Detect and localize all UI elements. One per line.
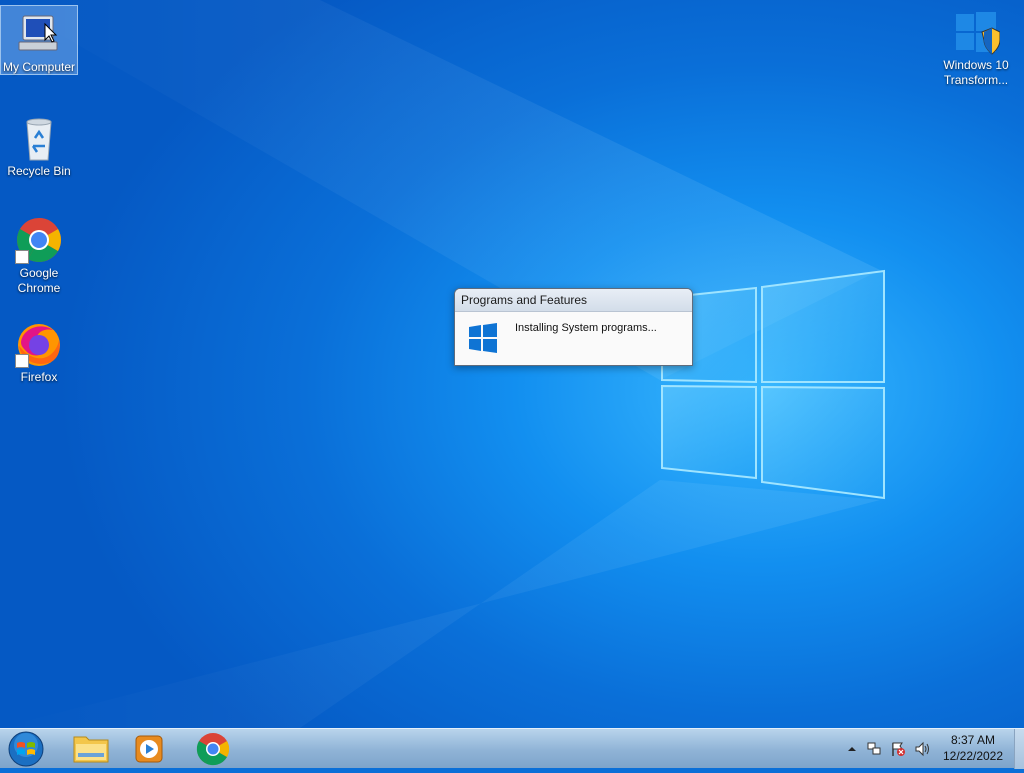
taskbar-media-player[interactable] bbox=[122, 731, 176, 767]
desktop-icon-label: Transform... bbox=[943, 73, 1009, 87]
desktop-wallpaper[interactable]: My Computer Recycle Bin Google Chrome Fi… bbox=[0, 0, 1024, 728]
taskbar: 8:37 AM 12/22/2022 bbox=[0, 728, 1024, 769]
desktop-icon-firefox[interactable]: Firefox bbox=[1, 316, 77, 385]
taskbar-file-explorer[interactable] bbox=[64, 731, 118, 767]
start-button[interactable] bbox=[6, 730, 46, 768]
clock-time: 8:37 AM bbox=[950, 733, 996, 747]
firefox-icon bbox=[15, 320, 63, 368]
action-center-flag-icon[interactable] bbox=[890, 741, 906, 757]
dialog-title[interactable]: Programs and Features bbox=[455, 289, 692, 312]
taskbar-chrome[interactable] bbox=[186, 731, 240, 767]
file-explorer-icon bbox=[73, 736, 109, 763]
desktop-icon-label: Firefox bbox=[20, 370, 58, 384]
chrome-icon bbox=[15, 216, 63, 264]
chrome-icon bbox=[196, 733, 230, 766]
computer-icon bbox=[15, 10, 63, 58]
taskbar-clock[interactable]: 8:37 AM 12/22/2022 bbox=[934, 732, 1012, 764]
show-desktop-button[interactable] bbox=[1014, 729, 1024, 769]
desktop-icon-my-computer[interactable]: My Computer bbox=[0, 5, 78, 75]
desktop-icon-label: My Computer bbox=[2, 60, 76, 74]
recycle-bin-icon bbox=[15, 114, 63, 162]
windows-shield-icon bbox=[952, 8, 1000, 56]
desktop-icon-label: Google bbox=[19, 266, 59, 280]
desktop-icon-google-chrome[interactable]: Google Chrome bbox=[1, 212, 77, 296]
desktop-icon-label: Recycle Bin bbox=[7, 164, 71, 178]
shortcut-arrow-icon bbox=[15, 250, 29, 264]
desktop-icon-windows10-transform[interactable]: Windows 10 Transform... bbox=[938, 4, 1014, 88]
desktop-icon-label: Chrome bbox=[17, 281, 61, 295]
tray-expand-chevron-icon[interactable] bbox=[844, 741, 860, 757]
desktop-icon-recycle-bin[interactable]: Recycle Bin bbox=[1, 110, 77, 179]
dialog-body: Installing System programs... bbox=[455, 312, 692, 365]
desktop-icon-label: Windows 10 bbox=[943, 58, 1009, 72]
network-icon[interactable] bbox=[866, 741, 882, 757]
media-player-icon bbox=[135, 735, 163, 763]
programs-features-dialog[interactable]: Programs and Features Installing System … bbox=[454, 288, 693, 366]
clock-date: 12/22/2022 bbox=[942, 749, 1004, 763]
dialog-message: Installing System programs... bbox=[515, 322, 657, 334]
volume-icon[interactable] bbox=[914, 741, 930, 757]
start-orb-icon bbox=[8, 731, 44, 767]
shortcut-arrow-icon bbox=[15, 354, 29, 368]
